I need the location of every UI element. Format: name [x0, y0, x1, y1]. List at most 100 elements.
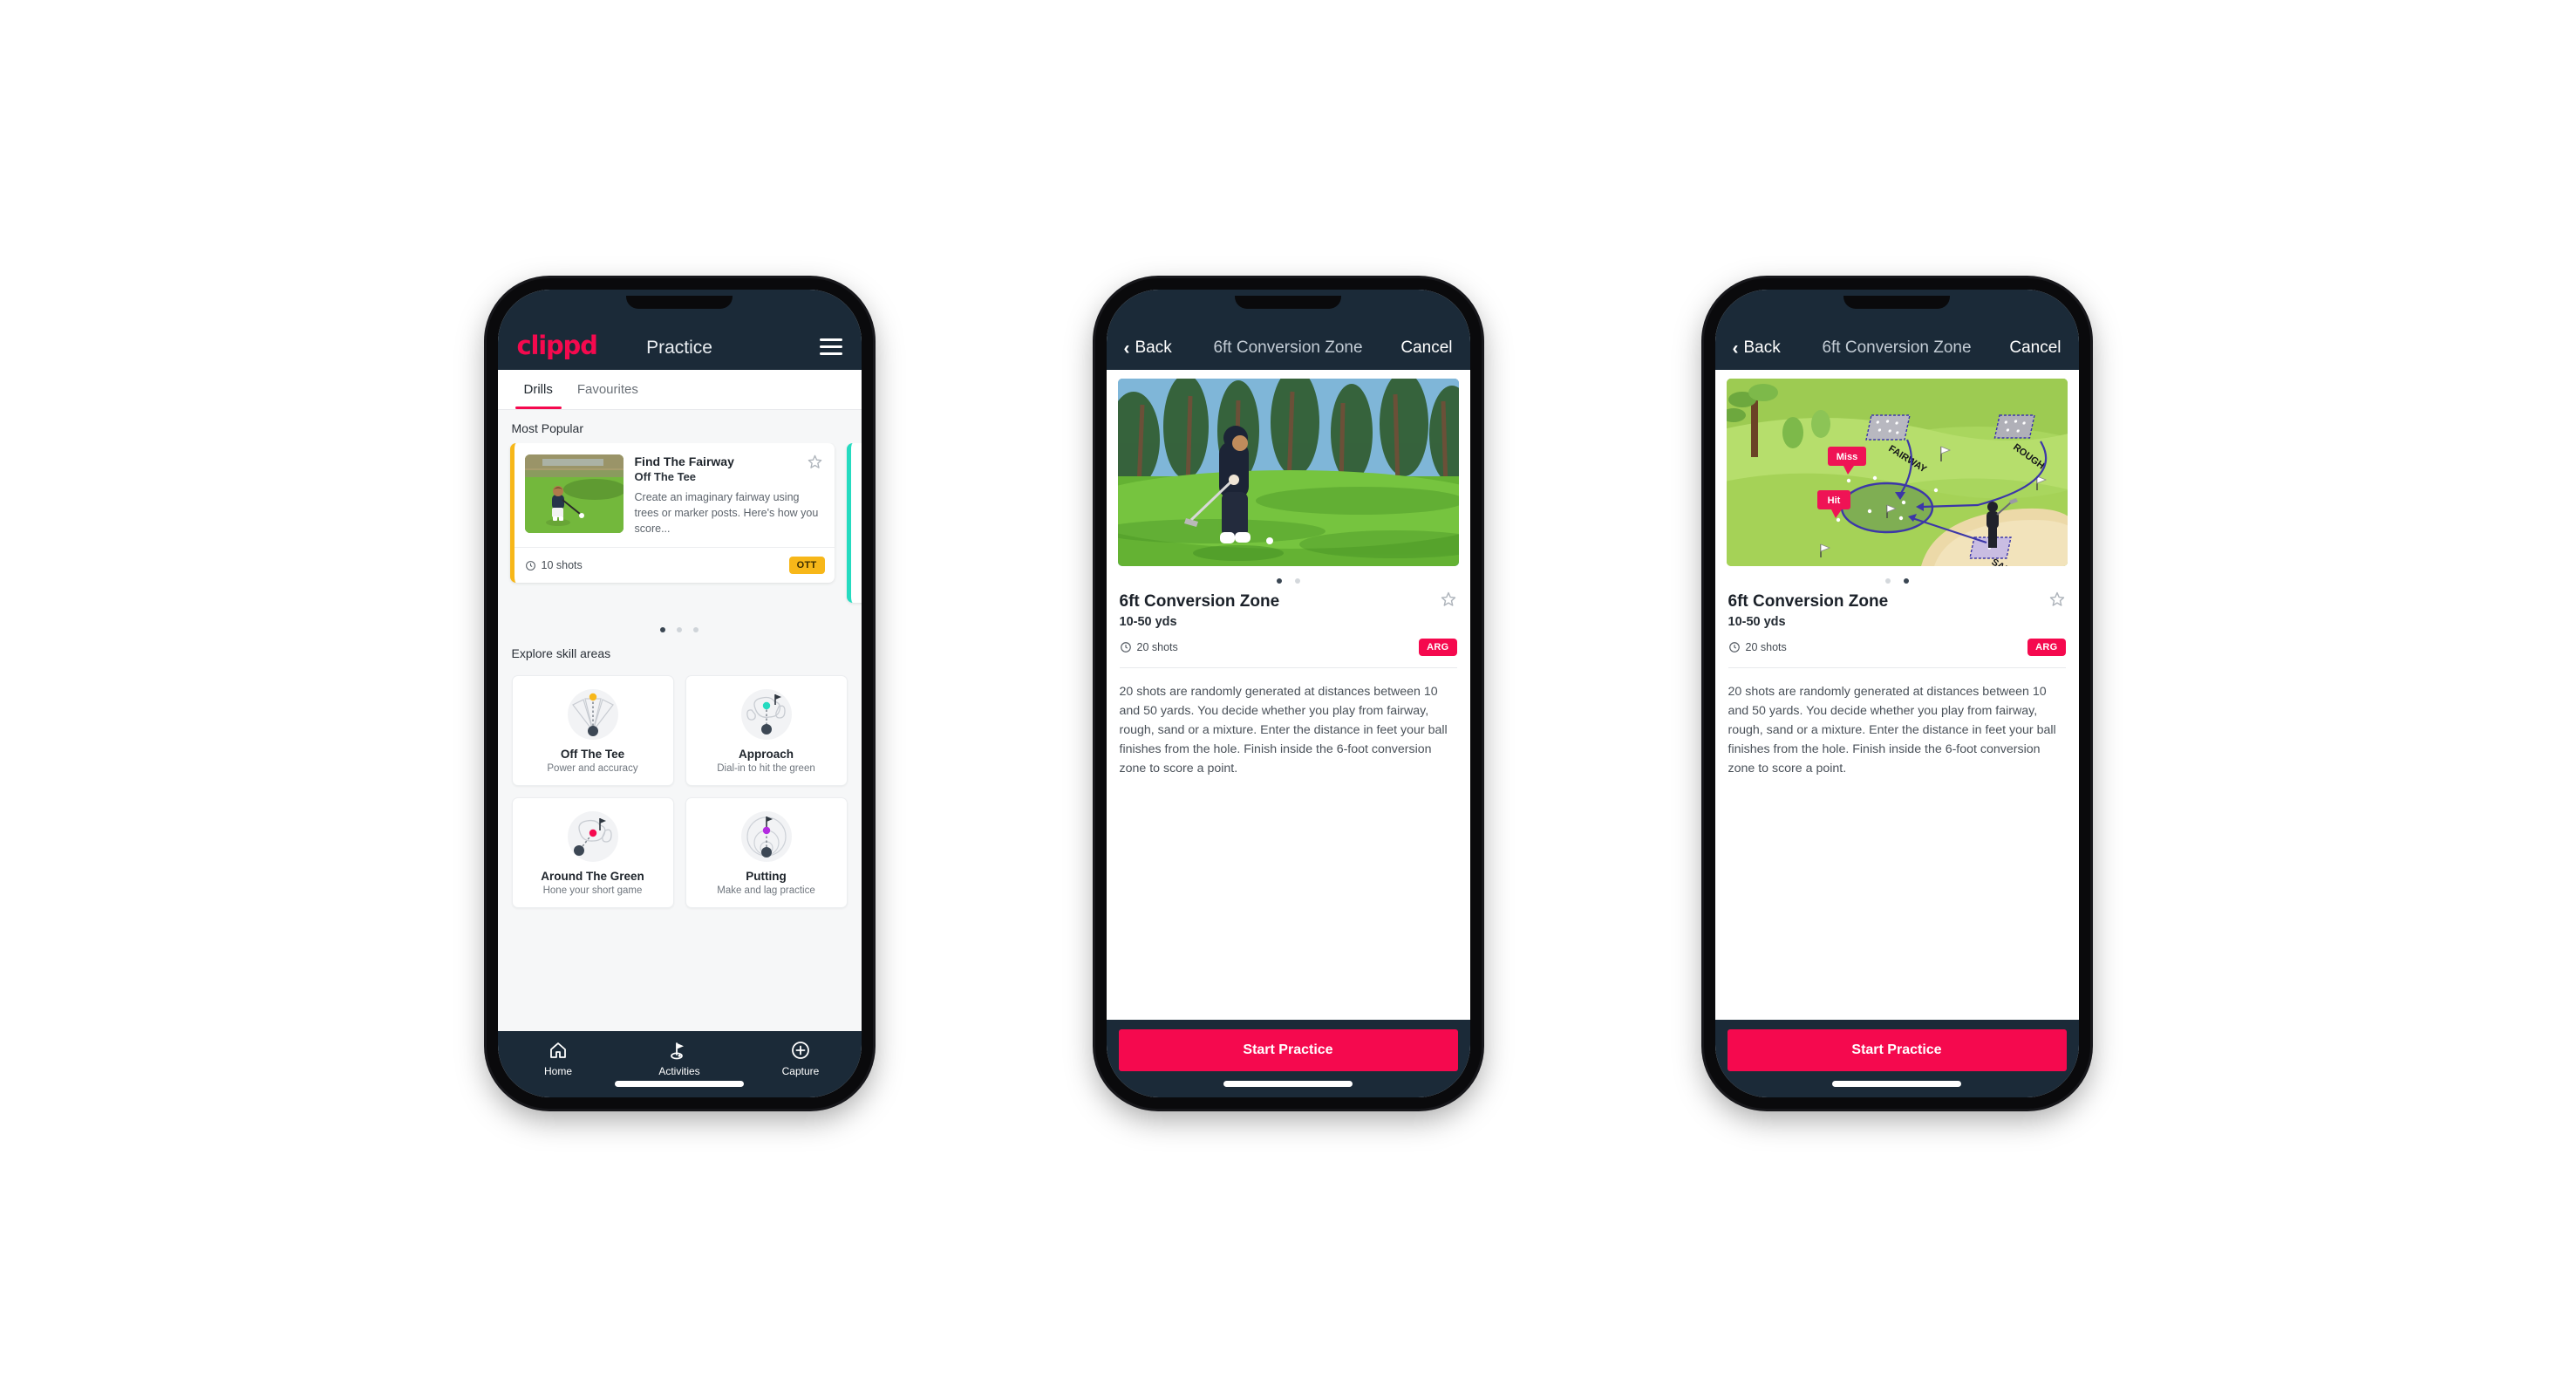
skill-title: Putting — [746, 870, 787, 883]
cancel-button[interactable]: Cancel — [2009, 338, 2061, 358]
chevron-left-icon: ‹ — [1123, 338, 1130, 359]
drill-distance: 10-50 yds — [1119, 615, 1177, 629]
drill-header: 6ft Conversion Zone 10-50 yds — [1107, 591, 1470, 629]
phone-2-drill-detail-video: ‹ Back 6ft Conversion Zone Cancel 6ft Co… — [1094, 278, 1482, 1109]
bottom-nav-home[interactable]: Home — [519, 1040, 597, 1077]
home-indicator — [1832, 1081, 1961, 1087]
detail-content: FAIRWAY ROUGH SAND — [1714, 370, 2079, 1020]
drill-title: 6ft Conversion Zone — [1119, 592, 1280, 611]
drill-meta: 20 shots ARG — [1715, 629, 2079, 656]
carousel-dot-3[interactable] — [693, 627, 699, 632]
skill-tile-putting[interactable]: Putting Make and lag practice — [685, 797, 848, 908]
clippd-logo[interactable]: clippd — [517, 333, 598, 359]
carousel-dot-2[interactable] — [677, 627, 682, 632]
tee-shot-dispersion-icon — [520, 687, 666, 742]
svg-text:Hit: Hit — [1827, 495, 1840, 506]
favourite-star-icon[interactable] — [807, 454, 823, 470]
phone-1-screen: clippd Practice Drills Favourites Most P… — [497, 290, 862, 1097]
phone-notch — [626, 296, 733, 309]
page-title: Practice — [646, 338, 712, 358]
drill-shots: 20 shots — [1728, 641, 1787, 653]
bottom-nav-label: Capture — [781, 1065, 820, 1077]
phone-3-drill-detail-diagram: ‹ Back 6ft Conversion Zone Cancel FAIRWA… — [1703, 278, 2090, 1109]
drill-category: Off The Tee — [634, 470, 697, 483]
drill-hero-diagram[interactable]: FAIRWAY ROUGH SAND — [1726, 379, 2068, 566]
media-dot-1[interactable] — [1276, 578, 1282, 584]
favourite-star-icon[interactable] — [1440, 591, 1457, 608]
phone-1-practice: clippd Practice Drills Favourites Most P… — [486, 278, 873, 1109]
phone-notch — [1235, 296, 1341, 309]
carousel-next-card-peek[interactable] — [846, 443, 862, 603]
carousel-dot-1[interactable] — [660, 627, 665, 632]
back-label: Back — [1135, 338, 1172, 357]
drill-description: Create an imaginary fairway using trees … — [634, 491, 819, 536]
skill-areas-grid: Off The Tee Power and accuracy Approach … — [498, 668, 862, 922]
skill-tile-around-the-green[interactable]: Around The Green Hone your short game — [511, 797, 674, 908]
drill-title: 6ft Conversion Zone — [1728, 592, 1889, 611]
drill-badge-arg: ARG — [1419, 639, 1457, 656]
bottom-nav-label: Activities — [658, 1065, 700, 1077]
back-button[interactable]: ‹ Back — [1733, 338, 1781, 358]
drill-hero-video[interactable] — [1117, 379, 1459, 566]
detail-content: 6ft Conversion Zone 10-50 yds 20 shots A… — [1106, 370, 1470, 1020]
cancel-button[interactable]: Cancel — [1400, 338, 1452, 358]
drill-shots-label: 10 shots — [541, 559, 583, 572]
bottom-nav-activities[interactable]: Activities — [640, 1040, 719, 1077]
home-icon — [550, 1042, 566, 1058]
drill-badge-arg: ARG — [2027, 639, 2066, 656]
phone-3-screen: ‹ Back 6ft Conversion Zone Cancel FAIRWA… — [1714, 290, 2079, 1097]
start-practice-button[interactable]: Start Practice — [1727, 1029, 2067, 1071]
drill-shots: 10 shots — [525, 559, 583, 571]
hamburger-menu-icon[interactable] — [819, 338, 842, 359]
skill-subtitle: Hone your short game — [542, 885, 643, 896]
drill-header: 6ft Conversion Zone 10-50 yds — [1715, 591, 2079, 629]
start-practice-button[interactable]: Start Practice — [1118, 1029, 1458, 1071]
putting-rings-icon — [693, 809, 840, 864]
skill-subtitle: Make and lag practice — [717, 885, 815, 896]
phone-2-screen: ‹ Back 6ft Conversion Zone Cancel 6ft Co… — [1106, 290, 1470, 1097]
plus-circle-icon — [792, 1042, 809, 1059]
detail-title: 6ft Conversion Zone — [1213, 338, 1363, 357]
media-carousel-dots[interactable] — [1715, 566, 2079, 592]
detail-title: 6ft Conversion Zone — [1822, 338, 1972, 357]
phone-notch — [1843, 296, 1950, 309]
drill-distance: 10-50 yds — [1728, 615, 1786, 629]
drill-shots-label: 20 shots — [1136, 641, 1178, 653]
carousel-dots[interactable] — [498, 614, 862, 635]
skill-subtitle: Dial-in to hit the green — [717, 763, 815, 774]
bottom-navigation: Home Activities Capture — [497, 1031, 862, 1097]
clock-icon — [1120, 642, 1131, 653]
skill-tile-off-the-tee[interactable]: Off The Tee Power and accuracy — [511, 675, 674, 786]
bottom-nav-capture[interactable]: Capture — [761, 1040, 840, 1077]
skill-title: Approach — [738, 748, 794, 761]
chip-around-green-icon — [520, 809, 666, 864]
media-dot-2[interactable] — [1294, 578, 1300, 584]
tab-drills[interactable]: Drills — [512, 370, 565, 409]
section-title-most-popular: Most Popular — [511, 421, 583, 435]
media-carousel-dots[interactable] — [1107, 566, 1470, 592]
back-button[interactable]: ‹ Back — [1124, 338, 1172, 358]
skill-tile-approach[interactable]: Approach Dial-in to hit the green — [685, 675, 848, 786]
clock-icon — [1728, 642, 1740, 653]
drill-card-footer: 10 shots OTT — [514, 547, 835, 583]
section-title-skill-areas: Explore skill areas — [511, 646, 611, 660]
drill-meta: 20 shots ARG — [1107, 629, 1470, 656]
clock-icon — [525, 560, 535, 571]
approach-green-icon — [693, 687, 840, 742]
golf-flag-icon — [671, 1042, 684, 1060]
media-dot-1[interactable] — [1884, 578, 1891, 584]
drill-thumbnail — [524, 454, 624, 533]
media-dot-2[interactable] — [1903, 578, 1909, 584]
home-indicator — [615, 1081, 744, 1087]
tab-favourites[interactable]: Favourites — [565, 370, 651, 409]
skill-title: Around The Green — [541, 870, 644, 883]
drill-description: 20 shots are randomly generated at dista… — [1728, 685, 2056, 775]
practice-content: Most Popular Find The Fairway Off The Te… — [497, 410, 862, 1031]
drill-card-find-the-fairway[interactable]: Find The Fairway Off The Tee Create an i… — [509, 443, 835, 584]
popular-carousel[interactable]: Find The Fairway Off The Tee Create an i… — [498, 443, 862, 614]
back-label: Back — [1743, 338, 1781, 357]
drill-shots: 20 shots — [1120, 641, 1178, 653]
drill-description: 20 shots are randomly generated at dista… — [1119, 685, 1448, 775]
favourite-star-icon[interactable] — [2048, 591, 2066, 608]
chevron-left-icon: ‹ — [1732, 338, 1739, 359]
